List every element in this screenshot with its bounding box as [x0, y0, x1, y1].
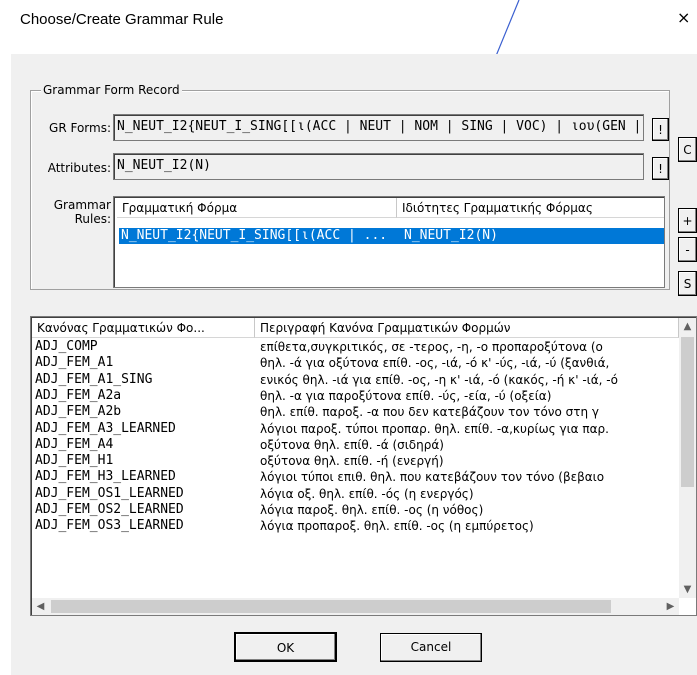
rule-description: επίθετα,συγκριτικός, σε -τερος, -η, -ο π… — [260, 340, 603, 354]
list-item[interactable]: ADJ_FEM_A2b θηλ. επίθ. παροξ. -α που δεν … — [31, 404, 679, 420]
grammar-rules-label: Grammar Rules: — [34, 198, 111, 226]
list-item[interactable]: ADJ_FEM_A4 οξύτονα θηλ. επίθ. -ά (σιδηρά) — [31, 437, 679, 453]
column-header-description[interactable]: Περιγραφή Κανόνα Γραμματικών Φορμών — [255, 318, 679, 338]
gr-forms-label: GR Forms: — [49, 121, 111, 135]
add-button[interactable]: + — [678, 208, 697, 233]
list-item[interactable]: ADJ_FEM_OS1_LEARNED λόγια οξ. θηλ. επίθ. … — [31, 486, 679, 502]
list-item[interactable]: ADJ_FEM_A2a θηλ. -α για παροξύτονα επίθ. … — [31, 388, 679, 404]
gr-forms-field[interactable]: N_NEUT_I2{NEUT_I_SING[[ι(ACC | NEUT | NO… — [113, 114, 644, 141]
rule-description: λόγια οξ. θηλ. επίθ. -ός (η ενεργός) — [260, 486, 474, 501]
rule-name: ADJ_FEM_H1 — [35, 453, 114, 469]
rule-description: λόγια προπαροξ. θηλ. επίθ. -ος (η εμπύρε… — [260, 519, 534, 534]
column-header-form-attributes[interactable]: Ιδιότητες Γραμματικής Φόρμας — [397, 198, 664, 218]
gr-forms-edit-button[interactable]: ! — [652, 118, 669, 141]
c-button[interactable]: C — [678, 137, 697, 162]
list-item[interactable]: ADJ_FEM_A3_LEARNED λόγιοι παροξ. τύποι πρ… — [31, 421, 679, 437]
rule-name: ADJ_FEM_A1 — [35, 355, 114, 371]
list-item[interactable]: ADJ_FEM_A1_SING ενικός θηλ. -ιά για επίθ.… — [31, 372, 679, 388]
rule-description: θηλ. -α για παροξύτονα επίθ. -ύς, -εία, … — [260, 388, 552, 403]
list-item[interactable]: ADJ_COMP επίθετα,συγκριτικός, σε -τερος, … — [31, 339, 679, 355]
list-item[interactable]: ADJ_FEM_OS2_LEARNED λόγια παροξ. θηλ. επί… — [31, 502, 679, 518]
s-button[interactable]: S — [678, 271, 697, 296]
column-header-grammar-form[interactable]: Γραμματική Φόρμα — [117, 198, 397, 218]
rule-name: ADJ_FEM_OS1_LEARNED — [35, 485, 184, 501]
scrollbar-thumb[interactable] — [681, 337, 694, 487]
rule-name: ADJ_FEM_A2a — [35, 387, 122, 403]
rule-description: θηλ. επίθ. παροξ. -α που δεν κατεβάζουν … — [260, 405, 600, 420]
rule-name: ADJ_FEM_OS2_LEARNED — [35, 502, 184, 517]
rule-description: λόγιοι τύποι επιθ. θηλ. που κατεβάζουν τ… — [260, 470, 605, 485]
attributes-field[interactable]: N_NEUT_I2(N) — [113, 153, 644, 180]
table-cell: N_NEUT_I2{NEUT_I_SING[[ι(ACC | ... — [121, 228, 388, 243]
rule-description: οξύτονα θηλ. επίθ. -ή (ενεργή) — [260, 454, 444, 469]
scroll-up-icon[interactable]: ▲ — [679, 318, 696, 335]
grammar-rules-table[interactable]: Γραμματική Φόρμα Ιδιότητες Γραμματικής Φ… — [113, 196, 665, 288]
list-item[interactable]: ADJ_FEM_OS3_LEARNED λόγια προπαροξ. θηλ. … — [31, 518, 679, 534]
rule-name: ADJ_FEM_H3_LEARNED — [35, 469, 176, 485]
scroll-right-icon[interactable]: ▶ — [662, 598, 679, 615]
grammar-rules-label-line1: Grammar — [53, 198, 111, 212]
rule-name: ADJ_FEM_A3_LEARNED — [35, 420, 176, 436]
rule-description: θηλ. -ά για οξύτονα επίθ. -ος, -ιά, -ό κ… — [260, 356, 610, 371]
rule-name: ADJ_FEM_A4 — [35, 436, 114, 452]
rule-description: οξύτονα θηλ. επίθ. -ά (σιδηρά) — [260, 437, 444, 452]
ok-button[interactable]: OK — [234, 632, 337, 662]
rule-list[interactable]: Κανόνας Γραμματικών Φο... Περιγραφή Κανό… — [30, 316, 697, 616]
rule-description: ενικός θηλ. -ιά για επίθ. -ος, -η κ' -ιά… — [260, 372, 618, 387]
list-item[interactable]: ADJ_FEM_A1 θηλ. -ά για οξύτονα επίθ. -ος,… — [31, 355, 679, 371]
vertical-scrollbar[interactable]: ▲ ▼ — [679, 318, 696, 598]
table-cell: N_NEUT_I2(N) — [404, 228, 498, 243]
rule-description: λόγια παροξ. θηλ. επίθ. -ος (η νόθος) — [260, 503, 484, 517]
column-header-rule[interactable]: Κανόνας Γραμματικών Φο... — [32, 318, 255, 338]
group-legend: Grammar Form Record — [41, 83, 182, 97]
rule-name: ADJ_FEM_A2b — [35, 404, 122, 420]
scroll-left-icon[interactable]: ◀ — [32, 598, 49, 615]
horizontal-scrollbar[interactable]: ◀ ▶ — [32, 598, 679, 615]
rule-name: ADJ_COMP — [35, 339, 98, 354]
attributes-label: Attributes: — [47, 161, 111, 175]
rule-name: ADJ_FEM_OS3_LEARNED — [35, 518, 184, 534]
grammar-rules-label-line2: Rules: — [74, 212, 111, 226]
rule-description: λόγιοι παροξ. τύποι προπαρ. θηλ. επίθ. -… — [260, 421, 609, 436]
list-item[interactable]: ADJ_FEM_H1 οξύτονα θηλ. επίθ. -ή (ενεργή) — [31, 453, 679, 469]
scroll-down-icon[interactable]: ▼ — [679, 581, 696, 598]
hscrollbar-thumb[interactable] — [51, 600, 611, 613]
cancel-button[interactable]: Cancel — [380, 633, 482, 662]
rule-name: ADJ_FEM_A1_SING — [35, 371, 153, 387]
attributes-edit-button[interactable]: ! — [652, 157, 669, 180]
table-row[interactable]: N_NEUT_I2{NEUT_I_SING[[ι(ACC | ... N_NEU… — [119, 228, 664, 244]
remove-button[interactable]: - — [678, 237, 697, 262]
list-item[interactable]: ADJ_FEM_H3_LEARNED λόγιοι τύποι επιθ. θηλ… — [31, 469, 679, 485]
